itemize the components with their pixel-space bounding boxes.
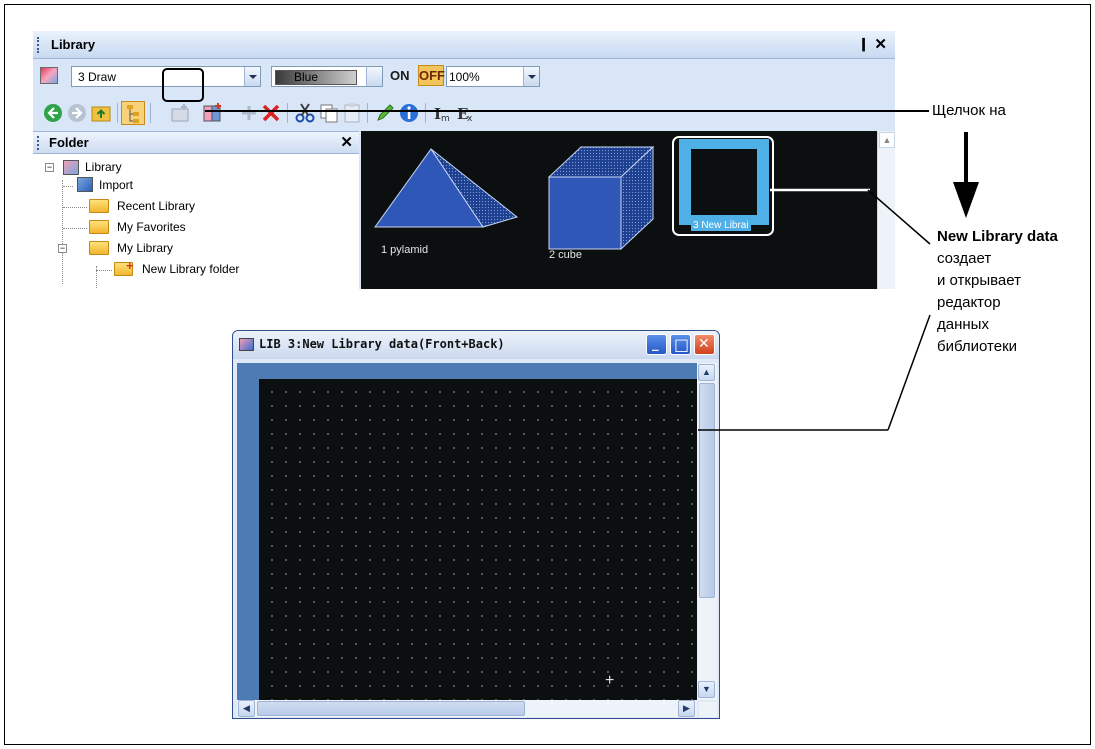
description-text-5: библиотеки bbox=[937, 338, 1018, 355]
description-bold: New Library data bbox=[937, 228, 1058, 245]
annotation-lines bbox=[205, 110, 979, 431]
description-text-2: и открывает bbox=[937, 272, 1021, 289]
description-text-4: данных bbox=[937, 316, 989, 333]
description-annotation: New Library data создает и открывает ред… bbox=[937, 226, 1087, 358]
click-annotation: Щелчок на bbox=[932, 102, 1006, 119]
description-text-3: редактор bbox=[937, 294, 1001, 311]
description-text-1: создает bbox=[937, 250, 992, 267]
